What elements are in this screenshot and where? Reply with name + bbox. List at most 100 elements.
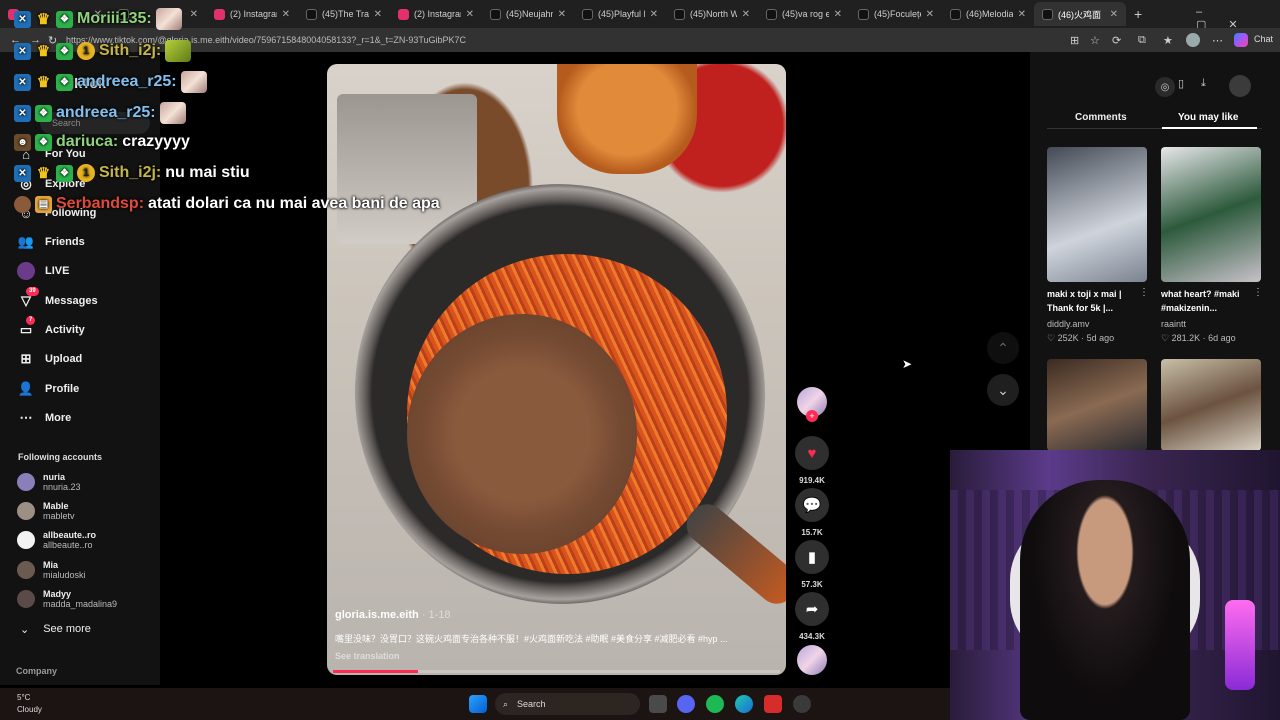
sidebar-item-upload[interactable]: ⊞ Upload bbox=[17, 350, 83, 368]
copilot-icon[interactable] bbox=[1234, 33, 1248, 47]
sidebar-item-label: More bbox=[45, 412, 72, 424]
heart-outline-icon: ♡ bbox=[1161, 333, 1172, 343]
video-thumbnail[interactable] bbox=[1047, 147, 1147, 282]
sub-badge-icon: ❖ bbox=[56, 73, 73, 91]
account-item[interactable]: allbeaute..ro allbeaute..ro bbox=[17, 530, 96, 550]
share-button[interactable]: ➦ 434.3K bbox=[795, 592, 829, 641]
close-icon[interactable]: ✕ bbox=[466, 9, 474, 20]
video-meta: ♡ 252K · 5d ago bbox=[1047, 333, 1115, 343]
spotify-icon[interactable] bbox=[706, 695, 724, 713]
close-icon[interactable]: ✕ bbox=[834, 9, 842, 20]
sidebar-item-live[interactable]: LIVE bbox=[17, 262, 69, 280]
video-title[interactable]: maki x toji x mai | Thank for 5k |... bbox=[1047, 287, 1147, 315]
weather-condition[interactable]: Cloudy bbox=[17, 705, 42, 714]
video-thumbnail[interactable] bbox=[1161, 359, 1261, 451]
close-icon[interactable]: ✕ bbox=[1110, 9, 1118, 20]
save-button[interactable]: ▮ 57.3K bbox=[795, 540, 829, 589]
edge-icon[interactable] bbox=[735, 695, 753, 713]
url-field[interactable]: https://www.tiktok.com/@gloria.is.me.eit… bbox=[66, 31, 1066, 49]
account-item[interactable]: nuria nnuria.23 bbox=[17, 472, 81, 492]
creator-avatar-button[interactable]: + bbox=[795, 387, 829, 422]
new-tab-button[interactable]: + bbox=[1126, 2, 1156, 26]
menu-icon[interactable]: ⋯ bbox=[1212, 34, 1223, 47]
sidebar-item-activity[interactable]: ▭ 7 Activity bbox=[17, 316, 85, 339]
close-icon[interactable]: ✕ bbox=[282, 9, 290, 20]
compass-icon[interactable]: ◎ bbox=[1155, 77, 1175, 97]
task-view-icon[interactable] bbox=[649, 695, 667, 713]
discord-icon[interactable] bbox=[677, 695, 695, 713]
browser-tab-active[interactable]: (46)火鸡面 ✕ bbox=[1034, 2, 1126, 26]
browser-tab[interactable]: (45)Foculețe ✕ bbox=[850, 2, 942, 26]
chat-button[interactable]: Chat bbox=[1254, 34, 1273, 44]
see-more-button[interactable]: ⌄ See more bbox=[20, 623, 91, 636]
tab-title: (45)Foculețe bbox=[874, 9, 921, 19]
company-link[interactable]: Company bbox=[16, 666, 57, 676]
browser-tab[interactable]: (2) Instagram ✕ bbox=[206, 2, 298, 26]
refresh-page-icon[interactable]: ⟳ bbox=[1112, 34, 1121, 47]
install-icon[interactable]: ⊞ bbox=[1070, 34, 1079, 47]
like-button[interactable]: ♥ 919.4K bbox=[795, 436, 829, 485]
browser-tab[interactable]: (45)Neujahrses ✕ bbox=[482, 2, 574, 26]
avatar bbox=[17, 531, 35, 549]
video-progress-bar[interactable] bbox=[333, 670, 780, 673]
video-thumbnail[interactable] bbox=[1047, 359, 1147, 451]
account-item[interactable]: Mia mialudoski bbox=[17, 560, 86, 580]
sidebar-item-friends[interactable]: 👥 Friends bbox=[17, 233, 85, 251]
browser-tab[interactable]: (45)The Transfe ✕ bbox=[298, 2, 390, 26]
video-thumbnail[interactable] bbox=[1161, 147, 1261, 282]
comment-button[interactable]: 💬 15.7K bbox=[795, 488, 829, 537]
close-icon[interactable]: ✕ bbox=[558, 9, 566, 20]
windows-start-icon[interactable] bbox=[469, 695, 487, 713]
browser-tab[interactable]: (46)Melodia di ✕ bbox=[942, 2, 1034, 26]
tab-comments[interactable]: Comments bbox=[1075, 112, 1127, 123]
app-icon[interactable] bbox=[764, 695, 782, 713]
tiktok-icon bbox=[490, 8, 501, 20]
browser-tab[interactable]: (2) Instagram ✕ bbox=[390, 2, 482, 26]
follow-plus-icon[interactable]: + bbox=[806, 410, 818, 422]
browser-tab[interactable]: (45)Playful Mo ✕ bbox=[574, 2, 666, 26]
sidebar-item-label: Upload bbox=[45, 353, 83, 365]
browser-tab[interactable]: (45)North West ✕ bbox=[666, 2, 758, 26]
obs-icon[interactable] bbox=[793, 695, 811, 713]
close-icon[interactable]: ✕ bbox=[374, 9, 382, 20]
video-author[interactable]: raaintt bbox=[1161, 319, 1186, 329]
tab-you-may-like[interactable]: You may like bbox=[1178, 112, 1238, 123]
video-age: 6d ago bbox=[1208, 333, 1236, 343]
browser-tab[interactable]: (45)va rog eu d ✕ bbox=[758, 2, 850, 26]
close-icon[interactable]: ✕ bbox=[650, 9, 658, 20]
video-author[interactable]: diddly.amv bbox=[1047, 319, 1089, 329]
previous-video-button[interactable]: ⌃ bbox=[987, 332, 1019, 364]
account-item[interactable]: Mable mabletv bbox=[17, 501, 75, 521]
taskbar-search-label: Search bbox=[517, 699, 546, 709]
sound-avatar[interactable] bbox=[795, 645, 829, 675]
favorites-icon[interactable]: ★ bbox=[1163, 34, 1173, 47]
video-title[interactable]: what heart? #maki #makizenin... bbox=[1161, 287, 1261, 315]
star-icon[interactable]: ☆ bbox=[1090, 34, 1100, 47]
taskbar-search[interactable]: ⌕ Search bbox=[495, 693, 640, 715]
more-options-icon[interactable]: ⋮ bbox=[1139, 287, 1149, 298]
close-icon[interactable]: ✕ bbox=[1018, 9, 1026, 20]
sidebar-item-messages[interactable]: ▽ 39 Messages bbox=[17, 287, 98, 310]
chat-message: nu mai stiu bbox=[165, 164, 250, 181]
next-video-button[interactable]: ⌄ bbox=[987, 374, 1019, 406]
close-icon[interactable]: ✕ bbox=[742, 9, 750, 20]
close-icon[interactable]: ✕ bbox=[926, 9, 934, 20]
tab-indicator bbox=[1162, 127, 1257, 129]
activity-badge: 7 bbox=[26, 316, 36, 325]
video-player[interactable] bbox=[327, 64, 786, 675]
download-icon[interactable]: ⤓ bbox=[1201, 77, 1206, 90]
phone-icon[interactable]: ▯ bbox=[1178, 77, 1184, 90]
extensions-icon[interactable]: ⧉ bbox=[1138, 34, 1146, 47]
video-author-name[interactable]: gloria.is.me.eith bbox=[335, 609, 419, 621]
account-item[interactable]: Madyy madda_madalina9 bbox=[17, 589, 117, 609]
more-options-icon[interactable]: ⋮ bbox=[1253, 287, 1263, 298]
user-avatar[interactable] bbox=[1229, 75, 1251, 97]
close-icon[interactable]: ✕ bbox=[190, 9, 198, 20]
sidebar-item-more[interactable]: ⋯ More bbox=[17, 409, 72, 427]
profile-avatar[interactable] bbox=[1186, 33, 1200, 47]
weather-temp[interactable]: 5°C bbox=[17, 693, 30, 702]
video-author[interactable]: gloria.is.me.eith · 1-18 bbox=[335, 609, 451, 621]
see-translation-link[interactable]: See translation bbox=[335, 651, 400, 661]
account-handle: nnuria.23 bbox=[43, 482, 81, 492]
sidebar-item-profile[interactable]: 👤 Profile bbox=[17, 380, 79, 398]
